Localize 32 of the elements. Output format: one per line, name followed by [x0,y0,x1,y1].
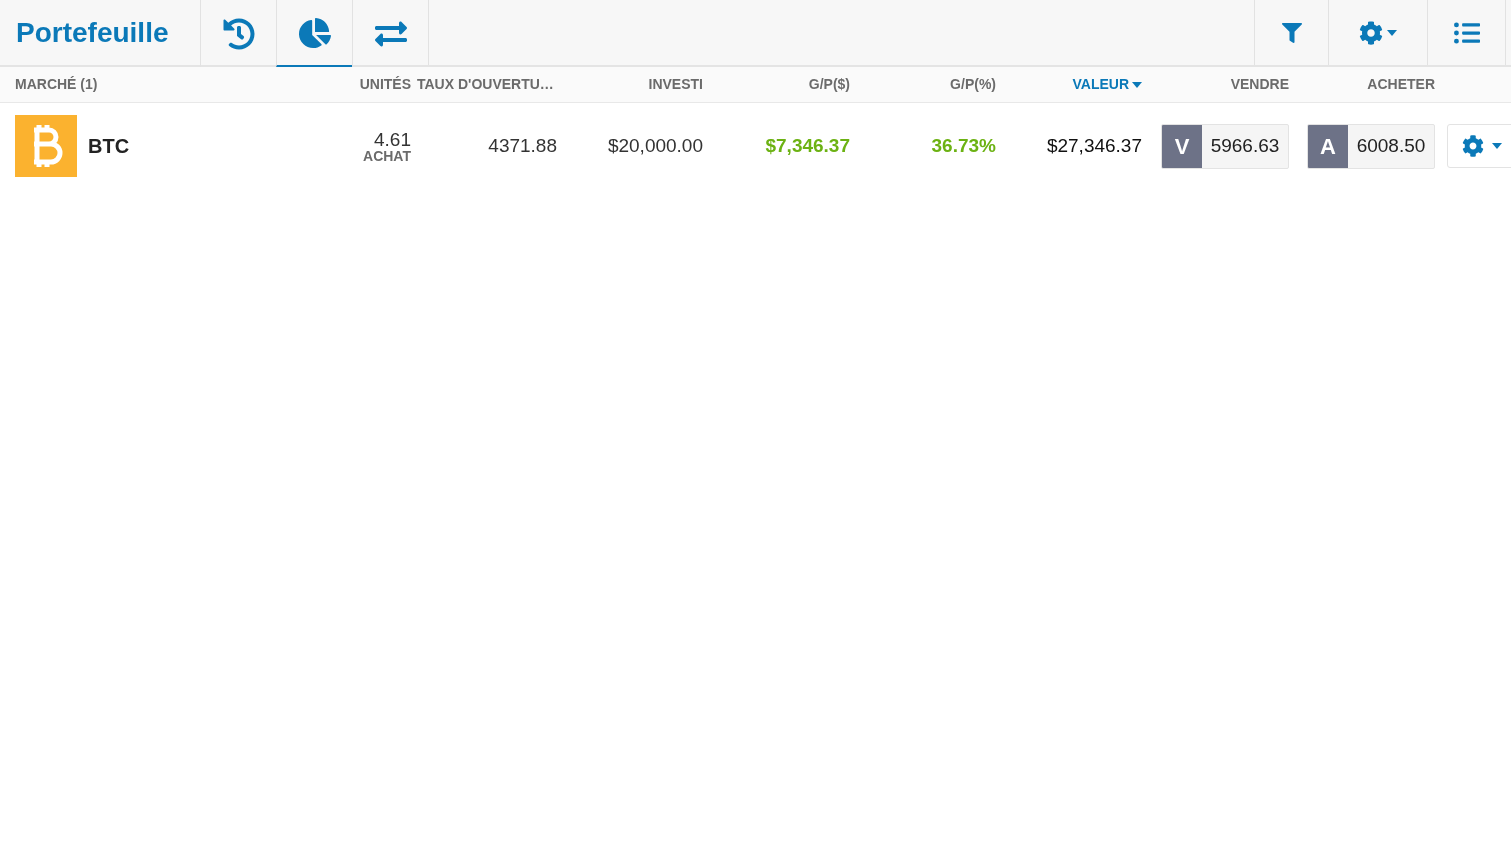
open-rate-value: 4371.88 [488,133,557,158]
settings-icon [1462,135,1484,157]
sort-caret-icon [1132,81,1142,88]
units-value: 4.61 [374,129,411,149]
buy-button[interactable]: A 6008.50 [1307,123,1435,169]
settings-icon [1359,20,1383,45]
side-label: ACHAT [363,148,411,163]
caret-icon [1387,29,1397,36]
filter-icon [1281,22,1302,43]
column-header[interactable]: G/P(%) [950,74,996,95]
column-header[interactable]: VALEUR [1072,74,1142,95]
sell-button[interactable]: V 5966.63 [1161,123,1289,169]
profit-percent: 36.73% [931,133,996,158]
list-view-button[interactable] [1427,0,1506,65]
pie-chart-icon [298,16,331,49]
column-header[interactable]: UNITÉS [359,74,411,95]
column-header[interactable]: TAUX D'OUVERTU… [417,74,554,95]
profit-amount: $7,346.37 [765,133,850,158]
history-icon [222,17,255,50]
caret-icon [1492,143,1502,149]
column-header[interactable]: G/P($) [808,74,850,95]
column-header[interactable]: MARCHÉ (1) [15,74,98,95]
invested-value: $20,000.00 [607,133,703,158]
row-settings-button[interactable] [1447,124,1511,168]
column-header[interactable]: INVESTI [648,74,703,95]
market-name[interactable]: BTC [88,131,130,161]
list-icon [1453,19,1480,46]
page-title: Portefeuille [16,15,169,50]
column-header[interactable]: VENDRE [1230,74,1289,95]
bitcoin-logo-icon [15,115,77,177]
value-amount: $27,346.37 [1046,133,1142,158]
column-header[interactable]: ACHETER [1367,74,1435,95]
